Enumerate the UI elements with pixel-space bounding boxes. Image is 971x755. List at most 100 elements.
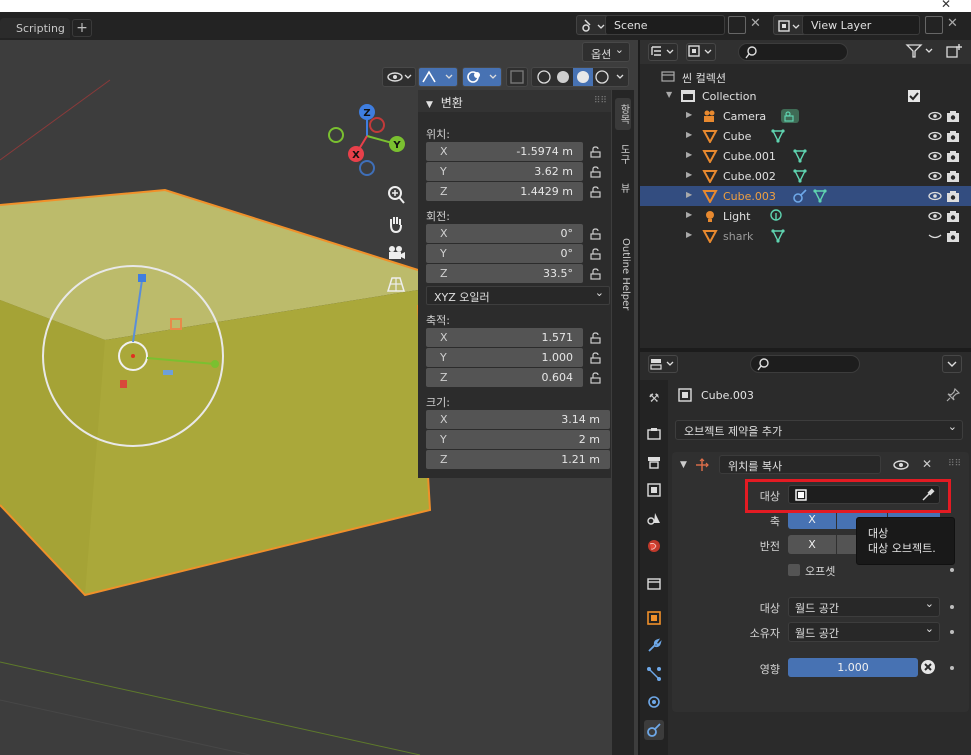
tool-settings-icon[interactable]: ⚒ bbox=[644, 388, 664, 408]
nav-neg-z-icon[interactable] bbox=[359, 160, 375, 176]
gizmo-toggle-button[interactable] bbox=[418, 67, 458, 87]
lock-location-z-icon[interactable] bbox=[590, 186, 602, 198]
outliner-item[interactable]: ▶ Light bbox=[640, 206, 971, 226]
location-y-field[interactable]: Y 3.62 m bbox=[426, 162, 583, 181]
delete-scene-icon[interactable]: ✕ bbox=[750, 16, 761, 31]
expand-arrow-icon[interactable]: ▶ bbox=[686, 110, 692, 119]
shading-mode-group[interactable] bbox=[531, 67, 629, 87]
properties-editor-type-button[interactable] bbox=[648, 355, 678, 373]
sidetab-item[interactable]: 항목 bbox=[615, 98, 631, 130]
target-space-dot[interactable] bbox=[950, 605, 954, 609]
object-tab-icon[interactable] bbox=[644, 608, 664, 628]
sidetab-view[interactable]: 뷰 bbox=[615, 176, 631, 200]
offset-checkbox[interactable] bbox=[788, 564, 800, 576]
outliner-item[interactable]: ▶ Cube.001 bbox=[640, 146, 971, 166]
output-icon[interactable] bbox=[644, 452, 664, 472]
window-close-icon[interactable]: ✕ bbox=[941, 0, 951, 11]
outliner-collection[interactable]: ▼ Collection bbox=[640, 86, 971, 106]
eye-icon[interactable] bbox=[928, 189, 942, 203]
display-mode-button[interactable] bbox=[686, 43, 716, 61]
lock-scale-y-icon[interactable] bbox=[590, 352, 602, 364]
eye-icon[interactable] bbox=[928, 169, 942, 183]
transform-panel-header[interactable]: ▼ 변환 ⠿⠿ bbox=[418, 90, 611, 112]
rotation-mode-dropdown[interactable]: XYZ 오일러 ⌄ bbox=[426, 286, 610, 305]
location-z-field[interactable]: Z 1.4429 m bbox=[426, 182, 583, 201]
disable-keep-temp-icon[interactable] bbox=[920, 659, 936, 675]
expand-arrow-icon[interactable]: ▶ bbox=[686, 190, 692, 199]
view-layer-tab-icon[interactable] bbox=[644, 480, 664, 500]
world-icon[interactable] bbox=[644, 536, 664, 556]
render-icon[interactable] bbox=[644, 424, 664, 444]
xray-toggle-button[interactable] bbox=[506, 67, 528, 87]
outliner-scene-collection[interactable]: 씬 컬렉션 bbox=[640, 66, 971, 86]
location-x-field[interactable]: X -1.5974 m bbox=[426, 142, 583, 161]
properties-options-button[interactable] bbox=[942, 355, 962, 373]
owner-space-dropdown[interactable]: 월드 공간 ⌄ bbox=[788, 622, 940, 642]
expand-arrow-icon[interactable]: ▶ bbox=[686, 150, 692, 159]
options-dropdown[interactable]: 옵션 ⌄ bbox=[582, 42, 630, 62]
close-icon[interactable]: ✕ bbox=[922, 457, 932, 471]
checkbox-icon[interactable] bbox=[908, 90, 920, 102]
view-layer-name-field[interactable]: View Layer bbox=[802, 15, 920, 35]
tab-scripting[interactable]: Scripting bbox=[0, 18, 70, 38]
lock-rotation-y-icon[interactable] bbox=[590, 248, 602, 260]
dimensions-x-field[interactable]: X 3.14 m bbox=[426, 410, 610, 429]
scale-y-field[interactable]: Y 1.000 bbox=[426, 348, 583, 367]
visibility-selectability-button[interactable] bbox=[382, 67, 416, 87]
render-camera-icon[interactable] bbox=[946, 149, 960, 163]
chevron-down-icon[interactable]: ▼ bbox=[680, 460, 687, 470]
gizmo-z-handle[interactable] bbox=[138, 274, 146, 282]
scale-z-field[interactable]: Z 0.604 bbox=[426, 368, 583, 387]
gizmo-y-tip[interactable] bbox=[211, 360, 219, 368]
render-camera-icon[interactable] bbox=[946, 169, 960, 183]
expand-arrow-icon[interactable]: ▶ bbox=[686, 130, 692, 139]
outliner-search-input[interactable] bbox=[738, 43, 848, 61]
outliner-item[interactable]: ▶ Camera bbox=[640, 106, 971, 126]
expand-arrow-icon[interactable]: ▶ bbox=[686, 170, 692, 179]
eye-icon[interactable] bbox=[928, 149, 942, 163]
eye-icon[interactable] bbox=[928, 209, 942, 223]
sidetab-tool[interactable]: 도구 bbox=[615, 138, 631, 170]
lock-scale-x-icon[interactable] bbox=[590, 332, 602, 344]
outliner-item[interactable]: ▶ Cube bbox=[640, 126, 971, 146]
render-camera-icon[interactable] bbox=[946, 229, 960, 243]
overlay-toggle-button[interactable] bbox=[462, 67, 502, 87]
modifier-wrench-icon[interactable] bbox=[644, 636, 664, 656]
eye-icon[interactable] bbox=[893, 458, 909, 472]
outliner-item[interactable]: ▶ shark bbox=[640, 226, 971, 246]
new-scene-icon[interactable] bbox=[728, 16, 746, 34]
outliner-item[interactable]: ▶ Cube.003 bbox=[640, 186, 971, 206]
add-object-constraint-dropdown[interactable]: 오브젝트 제약을 추가 ⌄ bbox=[675, 420, 963, 440]
target-space-dropdown[interactable]: 월드 공간 ⌄ bbox=[788, 597, 940, 617]
gizmo-x-handle[interactable] bbox=[120, 380, 127, 388]
pin-icon[interactable] bbox=[946, 388, 960, 402]
owner-space-dot[interactable] bbox=[950, 630, 954, 634]
constraints-icon[interactable] bbox=[644, 720, 664, 740]
editor-type-button[interactable] bbox=[648, 43, 678, 61]
offset-keyframe-dot[interactable] bbox=[950, 568, 954, 572]
scene-name-field[interactable]: Scene bbox=[605, 15, 725, 35]
eye-icon[interactable] bbox=[928, 129, 942, 143]
new-collection-button[interactable] bbox=[945, 43, 965, 61]
rotation-y-field[interactable]: Y 0° bbox=[426, 244, 583, 263]
dimensions-y-field[interactable]: Y2 m bbox=[426, 430, 610, 449]
hidden-eye-icon[interactable] bbox=[928, 229, 942, 243]
render-camera-icon[interactable] bbox=[946, 189, 960, 203]
camera-view-icon[interactable] bbox=[383, 240, 409, 266]
render-camera-icon[interactable] bbox=[946, 109, 960, 123]
expand-arrow-icon[interactable]: ▼ bbox=[666, 90, 672, 99]
expand-arrow-icon[interactable]: ▶ bbox=[686, 230, 692, 239]
collection-tab-icon[interactable] bbox=[644, 574, 664, 594]
delete-view-layer-icon[interactable]: ✕ bbox=[947, 16, 958, 31]
nav-neg-y-icon[interactable] bbox=[328, 127, 344, 143]
perspective-grid-icon[interactable] bbox=[383, 271, 409, 297]
physics-icon[interactable] bbox=[644, 692, 664, 712]
lock-rotation-x-icon[interactable] bbox=[590, 228, 602, 240]
properties-search-input[interactable] bbox=[750, 355, 860, 373]
rotation-z-field[interactable]: Z 33.5° bbox=[426, 264, 583, 283]
influence-keyframe-dot[interactable] bbox=[950, 666, 954, 670]
new-view-layer-icon[interactable] bbox=[925, 16, 943, 34]
lock-location-x-icon[interactable] bbox=[590, 146, 602, 158]
particles-icon[interactable] bbox=[644, 664, 664, 684]
lock-scale-z-icon[interactable] bbox=[590, 372, 602, 384]
